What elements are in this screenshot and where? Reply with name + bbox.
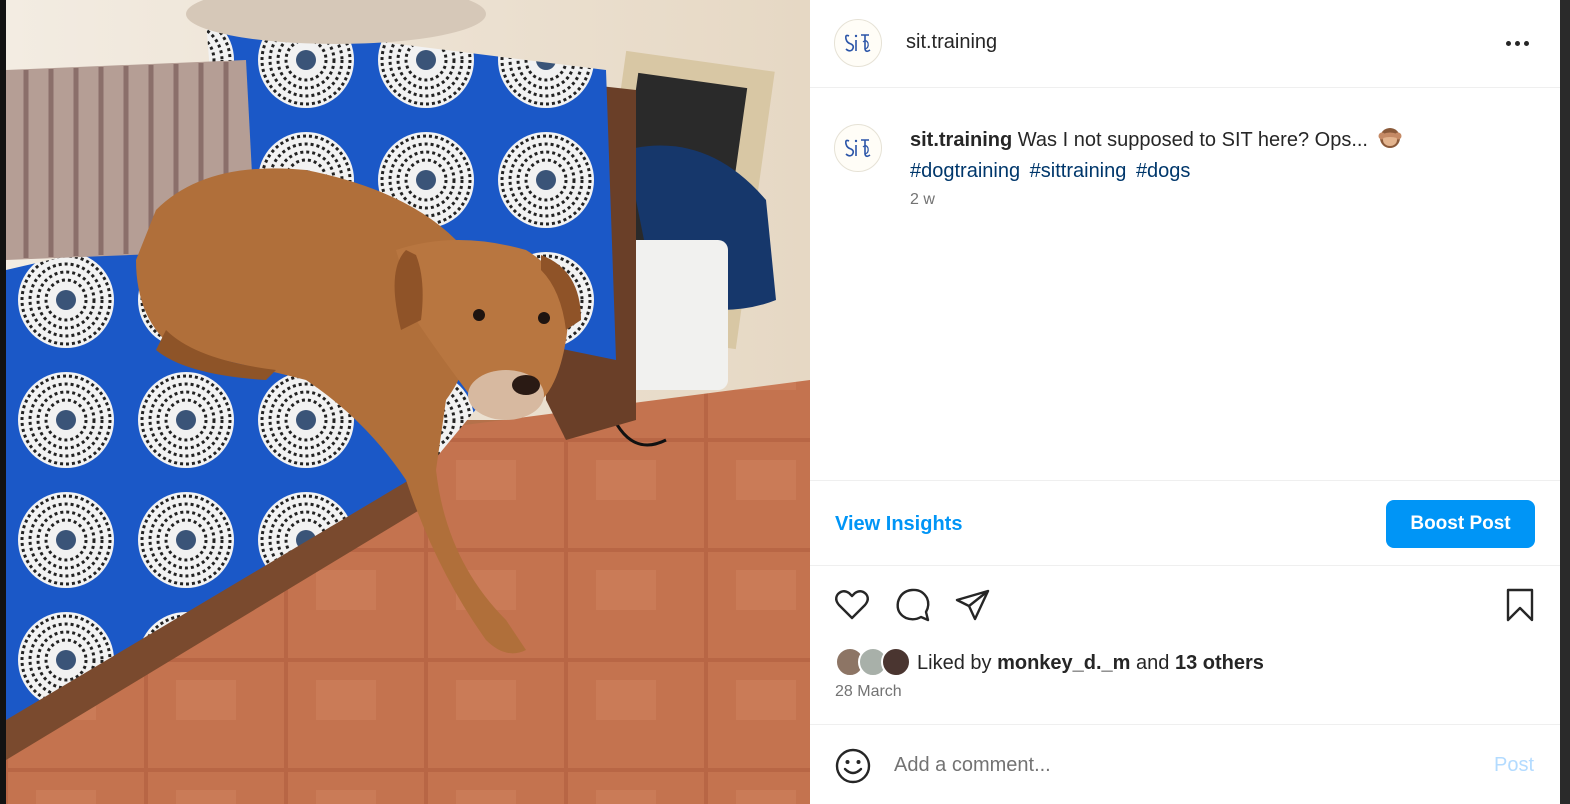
post-comment-button[interactable]: Post (1494, 754, 1534, 777)
caption-username[interactable]: sit.training (910, 129, 1012, 151)
liker-avatars[interactable] (835, 647, 913, 679)
hashtag-link[interactable]: #dogs (1136, 160, 1191, 182)
hashtag-list: #dogtraining #sittraining #dogs (910, 160, 1194, 182)
comment-bar: Post (810, 724, 1560, 804)
bookmark-icon[interactable] (1500, 585, 1540, 625)
view-insights-link[interactable]: View Insights (835, 513, 962, 536)
sit-logo-icon (845, 139, 871, 158)
smiley-icon[interactable] (834, 747, 872, 785)
hashtag-link[interactable]: #sittraining (1030, 160, 1127, 182)
see-no-evil-monkey-icon (1378, 125, 1402, 157)
liker-username[interactable]: monkey_d._m (997, 652, 1130, 675)
comment-input[interactable] (894, 749, 1454, 781)
caption-timestamp[interactable]: 2 w (910, 191, 935, 209)
more-options-icon[interactable] (1500, 30, 1534, 56)
right-edge-strip (1560, 0, 1570, 804)
post-photo (6, 0, 810, 804)
hashtag-link[interactable]: #dogtraining (910, 160, 1020, 182)
others-count-link[interactable]: 13 others (1175, 652, 1264, 675)
liker-avatar (881, 647, 911, 677)
heart-icon[interactable] (832, 585, 872, 625)
post-actions (810, 582, 1560, 628)
post-date[interactable]: 28 March (835, 683, 902, 701)
paper-plane-icon[interactable] (953, 585, 993, 625)
caption-text: Was I not supposed to SIT here? Ops... (1017, 129, 1368, 151)
profile-avatar[interactable] (834, 19, 882, 67)
insights-bar: View Insights Boost Post (810, 480, 1560, 566)
header-username[interactable]: sit.training (906, 31, 997, 54)
boost-post-button[interactable]: Boost Post (1386, 500, 1535, 548)
post-caption: sit.training Was I not supposed to SIT h… (910, 125, 1530, 185)
caption-avatar[interactable] (834, 124, 882, 172)
post-detail-panel: sit.training sit.training Was I not supp… (810, 0, 1560, 804)
sit-logo-icon (845, 34, 871, 53)
liked-by-joiner: and (1136, 651, 1170, 674)
post-header: sit.training (810, 0, 1560, 88)
liked-by-prefix: Liked by (917, 651, 992, 674)
likes-summary: Liked by monkey_d._m and 13 others (835, 646, 1264, 680)
comment-bubble-icon[interactable] (893, 585, 933, 625)
